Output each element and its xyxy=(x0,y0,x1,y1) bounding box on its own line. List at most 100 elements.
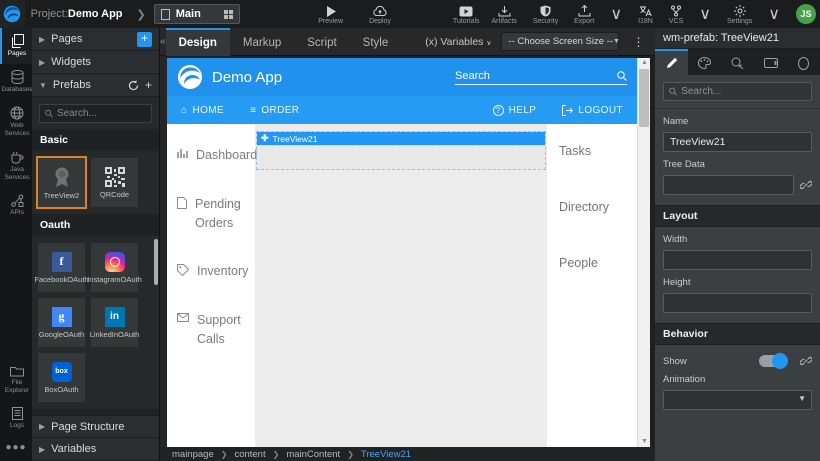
collapsed-caret-icon: ▶ xyxy=(39,58,45,67)
leftnav-pending-orders[interactable]: Pending Orders xyxy=(177,195,245,233)
tutorials-button[interactable]: Tutorials xyxy=(447,4,486,25)
tab-events[interactable] xyxy=(787,49,820,75)
grid-icon[interactable] xyxy=(224,10,233,19)
tab-script[interactable]: Script xyxy=(294,28,349,56)
prefab-tile-treeview2[interactable]: TreeView2 xyxy=(38,158,85,207)
bind-tree-data-button[interactable] xyxy=(800,179,812,191)
settings-caret-icon[interactable]: ∨ xyxy=(762,4,786,24)
scroll-down-icon[interactable]: ▼ xyxy=(638,437,651,447)
width-field[interactable] xyxy=(663,250,812,270)
nav-logout[interactable]: LOGOUT xyxy=(562,105,623,116)
tree-data-field[interactable] xyxy=(663,175,794,195)
rail-item-file-explorer[interactable]: File Explorer xyxy=(0,359,32,401)
move-icon: ✚ xyxy=(261,133,269,144)
settings-button[interactable]: Settings xyxy=(721,4,758,25)
breadcrumb-mainpage[interactable]: mainpage xyxy=(172,449,214,460)
export-caret-icon[interactable]: ∨ xyxy=(604,4,628,24)
refresh-prefabs-icon[interactable] xyxy=(128,80,139,91)
deploy-button[interactable]: Deploy xyxy=(363,4,397,25)
prefab-tile-label: InstagramOAuth xyxy=(87,275,142,284)
properties-search-box[interactable] xyxy=(663,82,812,101)
properties-search-input[interactable] xyxy=(681,86,806,97)
rail-item-java-services[interactable]: Java Services xyxy=(0,145,32,188)
leftnav-support-calls[interactable]: Support Calls xyxy=(177,311,245,349)
rail-item-web-services[interactable]: Web Services xyxy=(0,100,32,144)
rail-item-databases[interactable]: Databases xyxy=(0,64,32,100)
height-field[interactable] xyxy=(663,293,812,313)
screen-size-select[interactable]: -- Choose Screen Size -- ▼ xyxy=(501,32,619,51)
widget-body[interactable] xyxy=(257,145,545,169)
accordion-prefabs[interactable]: ▼ Prefabs + xyxy=(32,74,159,97)
wavemaker-logo[interactable] xyxy=(0,0,25,28)
design-canvas[interactable]: Demo App ⌂HOME ≡ORDER ?HELP LOGOUT xyxy=(167,58,637,447)
leftnav-inventory[interactable]: Inventory xyxy=(177,262,245,281)
accordion-page-structure[interactable]: ▶ Page Structure xyxy=(32,415,159,438)
app-search[interactable] xyxy=(455,70,627,85)
breadcrumb-treeview21[interactable]: TreeView21 xyxy=(361,449,411,460)
tab-styles[interactable] xyxy=(688,49,721,75)
rightpanel-directory[interactable]: Directory xyxy=(559,200,625,214)
wavemaker-logo-icon xyxy=(3,5,21,23)
prefab-tile-facebookoauth[interactable]: f FacebookOAuth xyxy=(38,243,85,292)
prefab-search-input[interactable] xyxy=(57,108,146,119)
add-page-button[interactable]: + xyxy=(137,32,152,47)
accordion-widgets[interactable]: ▶ Widgets xyxy=(32,51,159,74)
nav-help[interactable]: ?HELP xyxy=(493,105,537,116)
rail-item-pages[interactable]: Pages xyxy=(0,28,32,64)
vcs-button[interactable]: VCS xyxy=(663,4,689,25)
show-toggle[interactable] xyxy=(759,355,786,367)
tab-style[interactable]: Style xyxy=(350,28,402,56)
app-content[interactable]: ✚ TreeView21 xyxy=(255,124,547,447)
bind-show-button[interactable] xyxy=(800,355,812,367)
app-header[interactable]: Demo App xyxy=(167,58,637,96)
leftnav-dashboard[interactable]: Dashboard xyxy=(177,146,245,165)
tab-design[interactable]: Design xyxy=(166,28,230,56)
scrollbar-thumb[interactable] xyxy=(639,69,649,127)
prefab-tile-instagramoauth[interactable]: InstagramOAuth xyxy=(91,243,138,292)
i18n-button[interactable]: I18N xyxy=(632,4,659,25)
rightpanel-people[interactable]: People xyxy=(559,256,625,270)
animation-select[interactable] xyxy=(663,390,812,410)
export-button[interactable]: Export xyxy=(568,4,600,25)
artifacts-button[interactable]: Artifacts xyxy=(486,4,523,25)
accordion-variables[interactable]: ▶ Variables xyxy=(32,438,159,461)
prefab-list-scrollbar[interactable] xyxy=(154,239,158,285)
behavior-section-header[interactable]: Behavior xyxy=(655,323,820,345)
scroll-up-icon[interactable]: ▲ xyxy=(638,58,651,68)
vcs-caret-icon[interactable]: ∨ xyxy=(693,4,717,24)
more-options-icon[interactable]: ●●● xyxy=(0,436,32,461)
prefab-tile-qrcode[interactable]: QRCode xyxy=(91,158,138,207)
rightpanel-tasks[interactable]: Tasks xyxy=(559,144,625,158)
open-page-tab[interactable]: Main xyxy=(154,4,240,24)
app-search-input[interactable] xyxy=(455,70,617,82)
canvas-scrollbar[interactable]: ▲ ▼ xyxy=(637,58,650,447)
rail-item-logs[interactable]: Logs xyxy=(0,401,32,436)
nav-home[interactable]: ⌂HOME xyxy=(181,105,224,116)
kebab-menu-icon[interactable]: ⋮ xyxy=(627,35,649,49)
name-field[interactable] xyxy=(663,132,812,152)
tab-properties[interactable] xyxy=(655,49,688,75)
tab-markup[interactable]: Markup xyxy=(230,28,294,56)
import-prefab-icon[interactable]: + xyxy=(145,78,152,92)
breadcrumb-content[interactable]: content xyxy=(234,449,265,460)
prefab-tile-googleoauth[interactable]: g GoogleOAuth xyxy=(38,298,85,347)
tab-search-properties[interactable] xyxy=(721,49,754,75)
tab-device[interactable] xyxy=(754,49,787,75)
prefab-list[interactable]: Basic TreeView2 QRCode Oauth f FacebookO… xyxy=(32,129,159,415)
security-button[interactable]: Security xyxy=(527,4,564,25)
accordion-pages[interactable]: ▶ Pages + xyxy=(32,28,159,51)
layout-section-header[interactable]: Layout xyxy=(655,205,820,227)
prefab-tile-boxoauth[interactable]: box BoxOAuth xyxy=(38,353,85,402)
nav-order[interactable]: ≡ORDER xyxy=(250,105,299,116)
search-icon xyxy=(669,87,677,96)
widget-title-bar[interactable]: ✚ TreeView21 xyxy=(257,132,545,145)
selected-widget-treeview21[interactable]: ✚ TreeView21 xyxy=(256,131,546,170)
app-body: Dashboard Pending Orders Inventory Suppo… xyxy=(167,124,637,447)
variables-dropdown[interactable]: (x) Variables ∨ xyxy=(425,36,491,48)
breadcrumb-maincontent[interactable]: mainContent xyxy=(286,449,340,460)
preview-button[interactable]: Preview xyxy=(312,4,349,25)
rail-item-apis[interactable]: APIs xyxy=(0,188,32,223)
prefab-search-box[interactable] xyxy=(39,104,152,123)
user-avatar[interactable]: JS xyxy=(796,4,816,24)
prefab-tile-linkedinoauth[interactable]: in LinkedInOAuth xyxy=(91,298,138,347)
